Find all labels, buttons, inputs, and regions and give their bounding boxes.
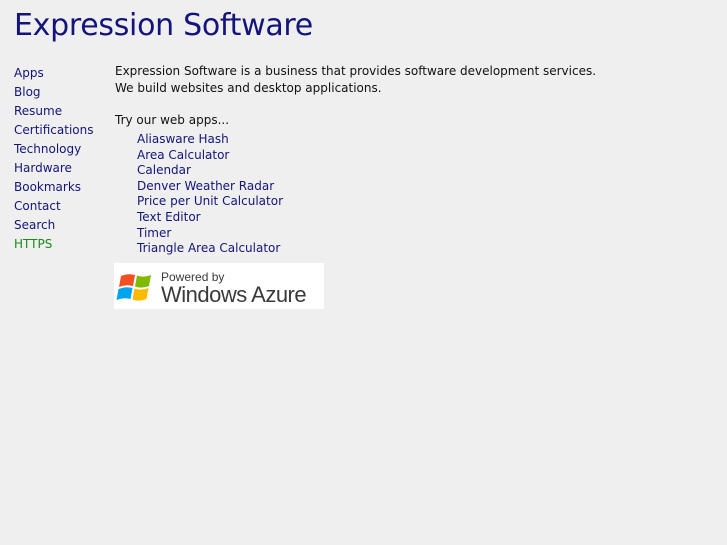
main-content: Expression Software is a business that p… [115, 63, 675, 256]
apps-heading: Try our web apps... [115, 113, 230, 127]
intro-line-2: We build websites and desktop applicatio… [115, 80, 382, 95]
list-item: Text Editor [137, 209, 675, 225]
sidebar-item-bookmarks[interactable]: Bookmarks [14, 178, 106, 197]
sidebar-item-apps[interactable]: Apps [14, 64, 106, 83]
app-link-calendar[interactable]: Calendar [137, 163, 191, 177]
site-title: Expression Software [14, 8, 313, 43]
list-item: Triangle Area Calculator [137, 240, 675, 256]
list-item: Area Calculator [137, 147, 675, 163]
intro-line-1: Expression Software is a business that p… [115, 64, 597, 78]
list-item: Calendar [137, 162, 675, 178]
sidebar-item-contact[interactable]: Contact [14, 197, 106, 216]
app-link-triangle-area-calculator[interactable]: Triangle Area Calculator [137, 241, 280, 255]
app-link-text-editor[interactable]: Text Editor [137, 210, 201, 224]
list-item: Price per Unit Calculator [137, 193, 675, 209]
windows-azure-logo: Powered by Windows Azure [116, 270, 307, 307]
apps-list: Aliasware Hash Area Calculator Calendar … [115, 131, 675, 256]
sidebar-item-hardware[interactable]: Hardware [14, 159, 106, 178]
sidebar-item-https[interactable]: HTTPS [14, 235, 106, 254]
sidebar-item-technology[interactable]: Technology [14, 140, 106, 159]
badge-line-2: Windows Azure [161, 282, 306, 307]
app-link-aliasware-hash[interactable]: Aliasware Hash [137, 132, 229, 146]
list-item: Aliasware Hash [137, 131, 675, 147]
powered-by-windows-azure-badge[interactable]: Powered by Windows Azure [114, 263, 324, 309]
app-link-price-per-unit-calculator[interactable]: Price per Unit Calculator [137, 194, 283, 209]
sidebar-nav: Apps Blog Resume Certifications Technolo… [14, 64, 106, 254]
app-link-area-calculator[interactable]: Area Calculator [137, 148, 229, 162]
sidebar-item-resume[interactable]: Resume [14, 102, 106, 121]
sidebar-item-certifications[interactable]: Certifications [14, 121, 106, 140]
sidebar-item-search[interactable]: Search [14, 216, 106, 235]
app-link-denver-weather-radar[interactable]: Denver Weather Radar [137, 179, 274, 193]
app-link-timer[interactable]: Timer [137, 226, 171, 240]
intro-text: Expression Software is a business that p… [115, 63, 675, 96]
sidebar-item-blog[interactable]: Blog [14, 83, 106, 102]
list-item: Timer [137, 225, 675, 241]
windows-flag-icon [116, 274, 151, 301]
list-item: Denver Weather Radar [137, 178, 675, 194]
